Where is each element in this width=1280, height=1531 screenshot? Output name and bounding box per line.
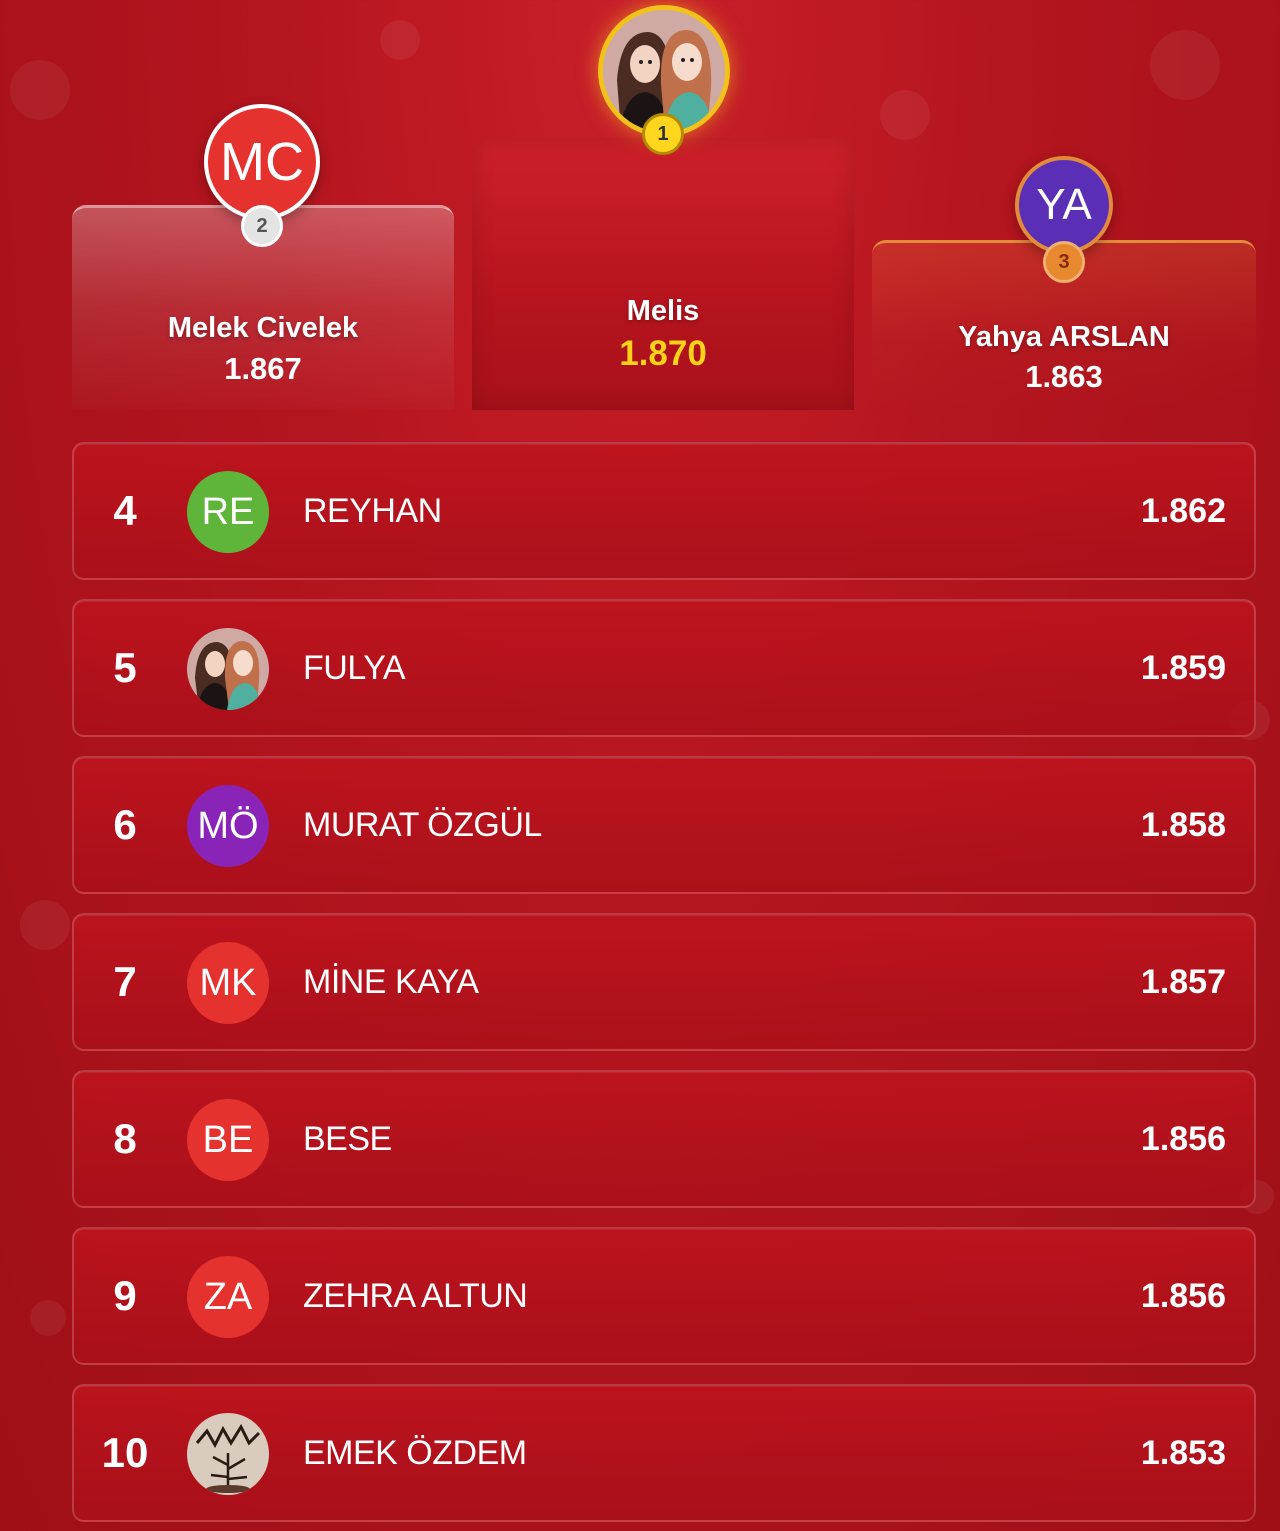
first-place-name: Melis (626, 295, 700, 327)
user-score: 1.856 (1140, 1276, 1226, 1315)
user-avatar: MK (187, 942, 269, 1024)
third-place-name: Yahya ARSLAN (958, 321, 1170, 353)
leaderboard-row[interactable]: 4 RE REYHAN 1.862 (72, 442, 1256, 580)
rank-number: 5 (113, 644, 137, 691)
second-place-rank-badge: 2 (241, 205, 283, 247)
two-girls-photo-icon (187, 628, 269, 710)
user-name: EMEK ÖZDEM (303, 1433, 527, 1472)
second-place-avatar[interactable]: MC (204, 104, 320, 220)
rank-number: 9 (113, 1272, 137, 1319)
third-place-rank-badge: 3 (1043, 241, 1085, 283)
third-place-score: 1.863 (1025, 359, 1103, 394)
leaderboard-list: 4 RE REYHAN 1.862 5 FULYA 1.859 6 MÖ MUR… (72, 442, 1256, 1531)
first-place-rank-badge: 1 (642, 113, 684, 155)
leaderboard-row[interactable]: 5 FULYA 1.859 (72, 599, 1256, 737)
podium-first-place[interactable]: Melis 1.870 (472, 138, 854, 410)
user-name: REYHAN (303, 491, 442, 530)
user-name: MİNE KAYA (303, 962, 479, 1001)
user-score: 1.856 (1140, 1119, 1226, 1158)
user-score: 1.853 (1140, 1433, 1226, 1472)
sketch-drawing-icon (187, 1413, 269, 1495)
user-score: 1.859 (1140, 648, 1226, 687)
leaderboard-row[interactable]: 7 MK MİNE KAYA 1.857 (72, 913, 1256, 1051)
rank-number: 7 (113, 958, 137, 1005)
leaderboard-row[interactable]: 6 MÖ MURAT ÖZGÜL 1.858 (72, 756, 1256, 894)
rank-number: 4 (113, 487, 137, 534)
rank-number: 8 (113, 1115, 137, 1162)
user-name: ZEHRA ALTUN (303, 1276, 528, 1315)
user-score: 1.862 (1140, 491, 1226, 530)
leaderboard-row[interactable]: 8 BE BESE 1.856 (72, 1070, 1256, 1208)
user-avatar: RE (187, 471, 269, 553)
leaderboard-row[interactable]: 10 EMEK ÖZDEM 1.853 (72, 1384, 1256, 1522)
second-place-score: 1.867 (224, 351, 302, 386)
user-name: MURAT ÖZGÜL (303, 805, 542, 844)
third-place-avatar[interactable]: YA (1015, 156, 1113, 254)
rank-number: 6 (113, 801, 137, 848)
user-name: BESE (303, 1119, 392, 1158)
user-avatar (187, 628, 269, 710)
user-avatar: MÖ (187, 785, 269, 867)
first-place-score: 1.870 (619, 334, 707, 373)
second-place-name: Melek Civelek (167, 312, 359, 344)
user-avatar: ZA (187, 1256, 269, 1338)
rank-number: 10 (101, 1429, 149, 1476)
leaderboard-row[interactable]: 9 ZA ZEHRA ALTUN 1.856 (72, 1227, 1256, 1365)
user-avatar (187, 1413, 269, 1495)
user-score: 1.857 (1140, 962, 1226, 1001)
user-avatar: BE (187, 1099, 269, 1181)
user-name: FULYA (303, 648, 406, 687)
user-score: 1.858 (1140, 805, 1226, 844)
